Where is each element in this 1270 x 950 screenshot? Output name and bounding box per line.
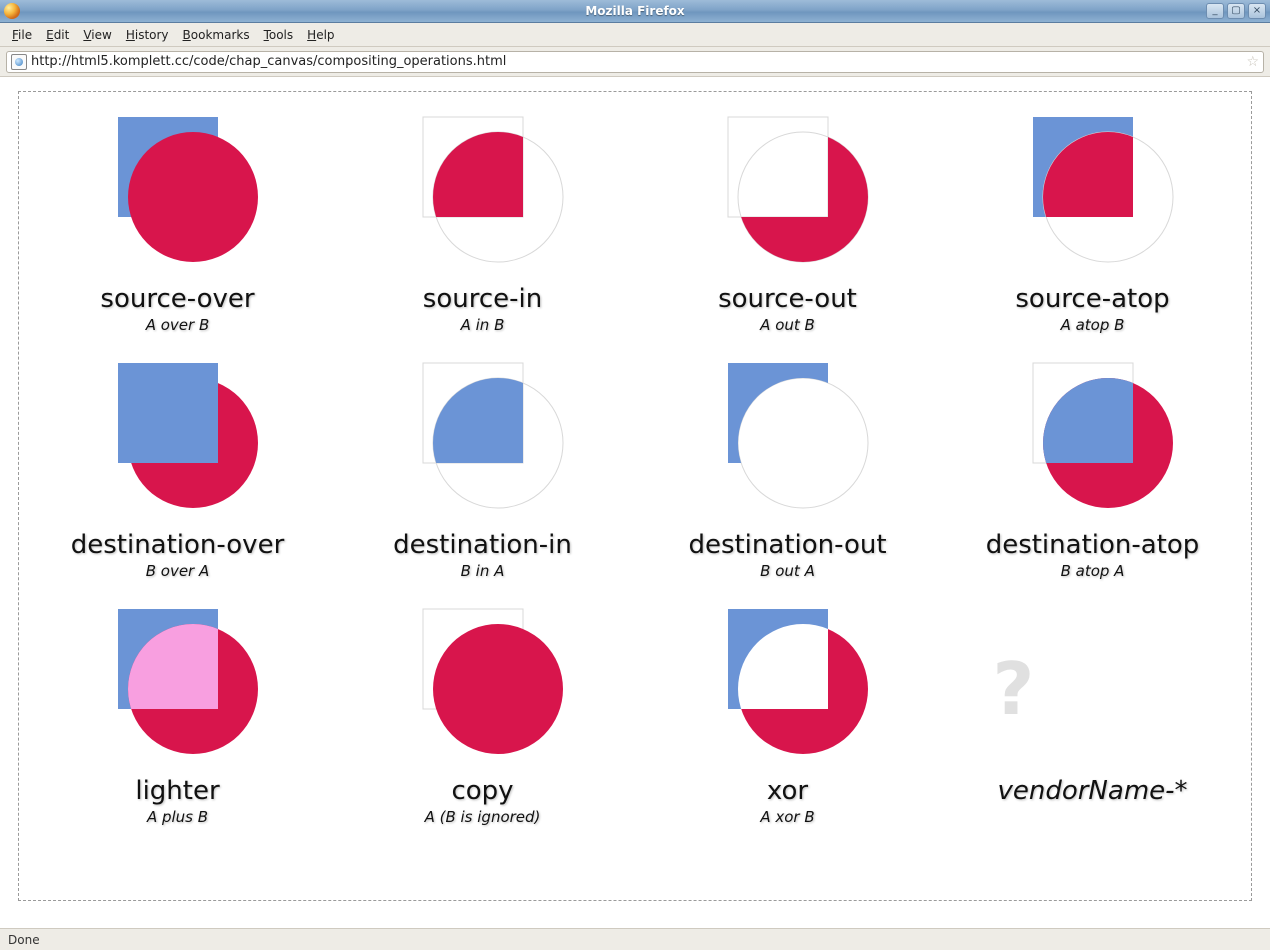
op-title: destination-out — [688, 530, 886, 560]
op-cell-destination-in: destination-in B in A — [332, 354, 633, 592]
op-canvas-xor — [688, 604, 888, 774]
url-field[interactable]: ☆ — [6, 51, 1264, 73]
op-cell-vendor: ?vendorName-* — [942, 600, 1243, 838]
firefox-icon — [4, 3, 20, 19]
op-title: destination-atop — [986, 530, 1200, 560]
op-title: destination-over — [71, 530, 285, 560]
op-title: destination-in — [393, 530, 572, 560]
minimize-button[interactable]: _ — [1206, 3, 1224, 19]
op-desc: B atop A — [1061, 562, 1125, 580]
op-title: source-atop — [1015, 284, 1169, 314]
op-cell-source-out: source-out A out B — [637, 108, 938, 346]
menu-bookmarks[interactable]: Bookmarks — [177, 26, 256, 44]
op-cell-xor: xor A xor B — [637, 600, 938, 838]
op-cell-destination-over: destination-over B over A — [27, 354, 328, 592]
viewport: source-overA over Bsource-inA in Bsource… — [0, 77, 1270, 928]
op-desc: B in A — [461, 562, 505, 580]
op-canvas-destination-atop — [993, 358, 1193, 528]
op-title: source-in — [423, 284, 542, 314]
op-title: copy — [451, 776, 513, 806]
window-controls: _ ▢ × — [1206, 3, 1266, 19]
page-border: source-overA over Bsource-inA in Bsource… — [18, 91, 1252, 901]
op-desc: A atop B — [1061, 316, 1125, 334]
op-cell-destination-out: destination-out B out A — [637, 354, 938, 592]
op-desc: B over A — [146, 562, 210, 580]
close-button[interactable]: × — [1248, 3, 1266, 19]
op-desc: A in B — [461, 316, 505, 334]
op-canvas-source-in — [383, 112, 583, 282]
op-canvas-destination-over — [78, 358, 278, 528]
window-titlebar: Mozilla Firefox _ ▢ × — [0, 0, 1270, 23]
op-cell-destination-atop: destination-atop B atop A — [942, 354, 1243, 592]
menu-edit[interactable]: Edit — [40, 26, 75, 44]
menu-view[interactable]: View — [77, 26, 117, 44]
op-cell-source-over: source-over A over B — [27, 108, 328, 346]
question-mark-icon: ? — [993, 604, 1193, 774]
status-text: Done — [8, 933, 40, 947]
url-input[interactable] — [31, 54, 1242, 69]
bookmark-star-icon[interactable]: ☆ — [1246, 54, 1259, 70]
op-title: xor — [767, 776, 808, 806]
op-desc: B out A — [760, 562, 815, 580]
maximize-button[interactable]: ▢ — [1227, 3, 1245, 19]
menu-tools[interactable]: Tools — [258, 26, 300, 44]
op-cell-source-atop: source-atop A atop B — [942, 108, 1243, 346]
op-title: source-over — [100, 284, 254, 314]
op-desc: A over B — [146, 316, 210, 334]
menu-help[interactable]: Help — [301, 26, 340, 44]
op-title: lighter — [135, 776, 219, 806]
favicon-icon — [11, 54, 27, 70]
op-desc: A xor B — [760, 808, 814, 826]
compositing-grid: source-overA over Bsource-inA in Bsource… — [27, 108, 1243, 838]
toolbar: ☆ — [0, 47, 1270, 77]
op-canvas-lighter — [78, 604, 278, 774]
op-title: source-out — [718, 284, 857, 314]
op-canvas-source-atop — [993, 112, 1193, 282]
op-desc: A (B is ignored) — [425, 808, 541, 826]
op-cell-lighter: lighter A plus B — [27, 600, 328, 838]
op-canvas-copy — [383, 604, 583, 774]
statusbar: Done — [0, 928, 1270, 950]
menu-history[interactable]: History — [120, 26, 175, 44]
op-desc: A out B — [760, 316, 815, 334]
menu-file[interactable]: File — [6, 26, 38, 44]
op-canvas-source-out — [688, 112, 888, 282]
op-canvas-vendor: ? — [993, 604, 1193, 774]
window-title: Mozilla Firefox — [0, 4, 1270, 18]
op-title: vendorName-* — [997, 776, 1187, 806]
menubar: File Edit View History Bookmarks Tools H… — [0, 23, 1270, 47]
op-cell-source-in: source-in A in B — [332, 108, 633, 346]
op-canvas-source-over — [78, 112, 278, 282]
op-cell-copy: copy A (B is ignored) — [332, 600, 633, 838]
op-canvas-destination-in — [383, 358, 583, 528]
op-desc: A plus B — [147, 808, 208, 826]
op-canvas-destination-out — [688, 358, 888, 528]
